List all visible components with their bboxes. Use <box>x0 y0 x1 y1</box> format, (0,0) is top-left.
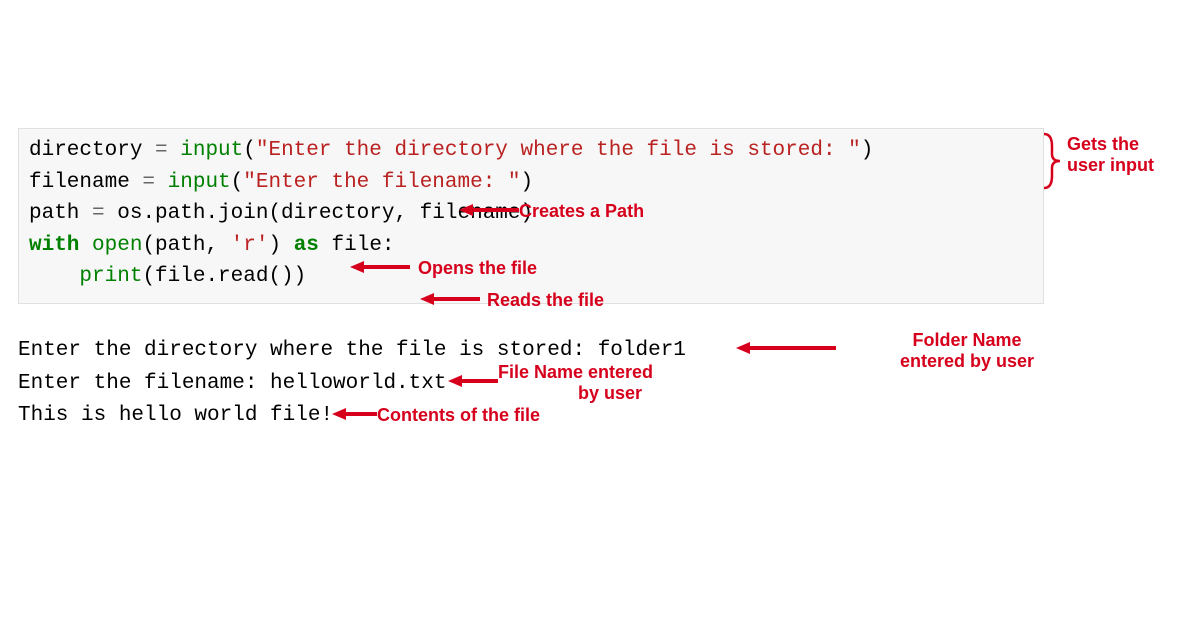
annotation-creates-path: Creates a Path <box>519 201 644 222</box>
annotation-file-name: File Name enteredby user <box>498 362 653 404</box>
annotation-contents: Contents of the file <box>377 405 540 426</box>
annotation-folder-name: Folder Nameentered by user <box>900 330 1034 372</box>
annotation-user-input: Gets theuser input <box>1067 134 1154 176</box>
annotation-opens-file: Opens the file <box>418 258 537 279</box>
output-line-3: This is hello world file! <box>18 400 686 433</box>
code-line-1: directory = input("Enter the directory w… <box>29 135 1033 167</box>
code-line-2: filename = input("Enter the filename: ") <box>29 167 1033 199</box>
code-line-5: with open(path, 'r') as file: <box>29 230 1033 262</box>
arrow-icon <box>736 338 836 358</box>
annotation-reads-file: Reads the file <box>487 290 604 311</box>
brace-icon <box>1042 132 1064 190</box>
